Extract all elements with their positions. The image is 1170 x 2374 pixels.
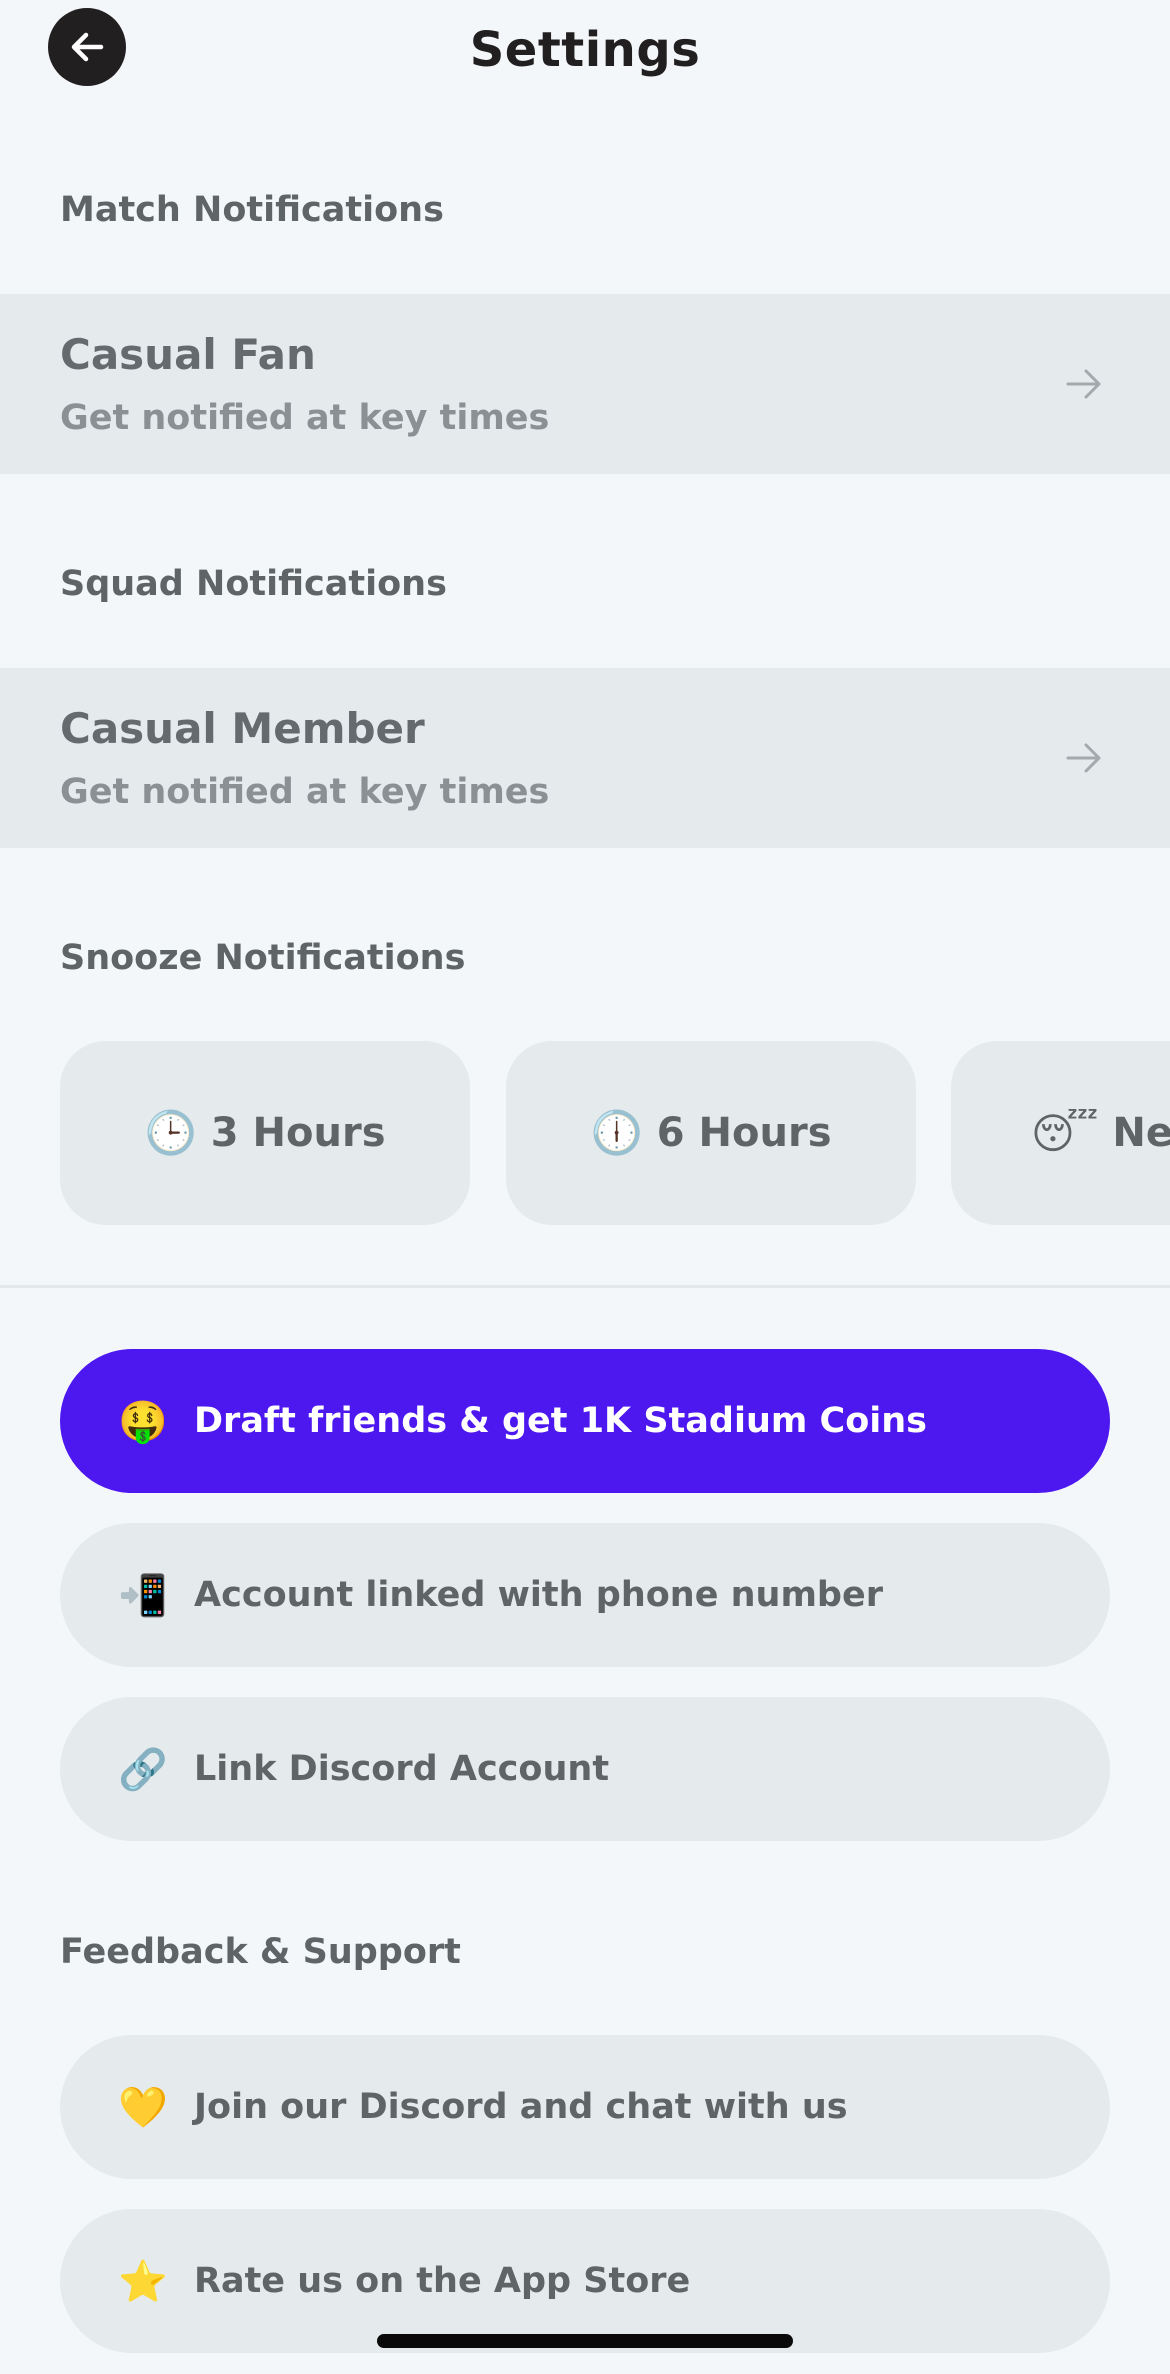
arrow-right-icon <box>1066 369 1101 399</box>
draft-friends-label: Draft friends & get 1K Stadium Coins <box>194 1401 928 1441</box>
snooze-3-hours-button[interactable]: 🕒 3 Hours <box>60 1041 470 1225</box>
clock-icon: 🕒 <box>144 1108 197 1157</box>
section-label-snooze-notifications: Snooze Notifications <box>60 938 466 978</box>
snooze-option-label: Nex <box>1112 1110 1170 1156</box>
money-face-icon: 🤑 <box>118 1398 168 1445</box>
star-icon: ⭐ <box>118 2258 168 2305</box>
match-notification-level: Casual Fan <box>60 330 316 379</box>
home-indicator[interactable] <box>377 2334 793 2348</box>
join-discord-button[interactable]: 💛 Join our Discord and chat with us <box>60 2035 1110 2179</box>
section-label-feedback-support: Feedback & Support <box>60 1932 461 1972</box>
match-notification-setting-row[interactable]: Casual Fan Get notified at key times <box>0 294 1170 474</box>
account-linked-phone-label: Account linked with phone number <box>194 1575 883 1615</box>
account-linked-phone-button[interactable]: 📲 Account linked with phone number <box>60 1523 1110 1667</box>
snooze-next-button[interactable]: 😴 Nex <box>951 1041 1170 1225</box>
phone-arrow-icon: 📲 <box>118 1572 168 1619</box>
snooze-option-label: 6 Hours <box>656 1110 832 1156</box>
link-icon: 🔗 <box>118 1746 168 1793</box>
rate-app-store-button[interactable]: ⭐ Rate us on the App Store <box>60 2209 1110 2353</box>
header: Settings <box>0 0 1170 110</box>
divider <box>0 1285 1170 1288</box>
squad-notification-setting-row[interactable]: Casual Member Get notified at key times <box>0 668 1170 848</box>
section-label-squad-notifications: Squad Notifications <box>60 564 447 604</box>
link-discord-button[interactable]: 🔗 Link Discord Account <box>60 1697 1110 1841</box>
section-label-match-notifications: Match Notifications <box>60 190 444 230</box>
link-discord-label: Link Discord Account <box>194 1749 610 1789</box>
join-discord-label: Join our Discord and chat with us <box>194 2087 848 2127</box>
snooze-options-scroller[interactable]: 🕒 3 Hours 🕕 6 Hours 😴 Nex <box>0 1041 1170 1225</box>
page-title: Settings <box>469 22 701 78</box>
clock-icon: 🕕 <box>590 1108 643 1157</box>
squad-notification-description: Get notified at key times <box>60 772 550 812</box>
snooze-6-hours-button[interactable]: 🕕 6 Hours <box>506 1041 916 1225</box>
draft-friends-button[interactable]: 🤑 Draft friends & get 1K Stadium Coins <box>60 1349 1110 1493</box>
sleeping-face-icon: 😴 <box>1031 1108 1099 1158</box>
snooze-option-label: 3 Hours <box>210 1110 386 1156</box>
yellow-heart-icon: 💛 <box>118 2084 168 2131</box>
rate-app-store-label: Rate us on the App Store <box>194 2261 691 2301</box>
match-notification-description: Get notified at key times <box>60 398 550 438</box>
arrow-right-icon <box>1066 743 1101 773</box>
squad-notification-level: Casual Member <box>60 704 425 753</box>
